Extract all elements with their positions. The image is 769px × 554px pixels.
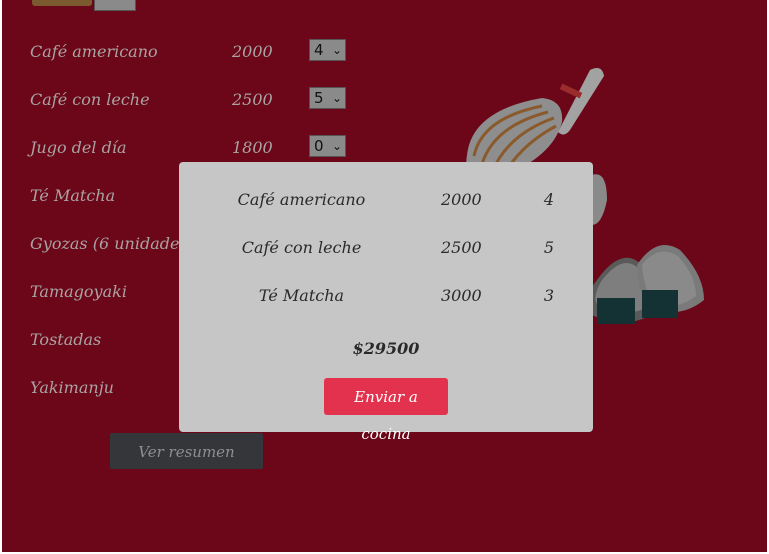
- chevron-down-icon: ⌄: [331, 43, 342, 57]
- menu-item-price: 1800: [232, 138, 273, 157]
- order-summary-modal: Café americano 2000 4 Café con leche 250…: [179, 162, 593, 443]
- menu-item-name: Gyozas (6 unidades): [30, 234, 194, 253]
- cut-off-item: [32, 0, 92, 6]
- summary-item-name: Café con leche: [241, 238, 362, 257]
- summary-row: Café con leche 2500 5: [179, 234, 593, 264]
- quantity-value: 5: [314, 89, 324, 107]
- app-background: Café americano 2000 4 ⌄ Café con leche 2…: [2, 0, 767, 552]
- quantity-value: 0: [314, 137, 324, 155]
- summary-row: Té Matcha 3000 3: [179, 282, 593, 312]
- menu-item-row: Café americano 2000 4 ⌄: [2, 38, 362, 68]
- menu-item-price: 2000: [232, 42, 273, 61]
- quantity-value: 4: [314, 41, 324, 59]
- menu-item-name: Tamagoyaki: [30, 282, 127, 301]
- summary-item-qty: 5: [543, 238, 555, 257]
- menu-item-name: Yakimanju: [30, 378, 114, 397]
- send-to-kitchen-button[interactable]: Enviar a cocina: [324, 378, 448, 443]
- cut-off-quantity-select[interactable]: [94, 0, 136, 11]
- menu-item-name: Té Matcha: [30, 186, 116, 205]
- quantity-select[interactable]: 5 ⌄: [309, 87, 346, 109]
- menu-item-row: Café con leche 2500 5 ⌄: [2, 86, 362, 116]
- summary-item-qty: 3: [543, 286, 555, 305]
- menu-item-name: Tostadas: [30, 330, 102, 349]
- chevron-down-icon: ⌄: [331, 139, 342, 153]
- summary-item-price: 2500: [441, 238, 482, 257]
- onigiri-icon: [585, 174, 704, 324]
- menu-item-name: Café con leche: [30, 90, 150, 109]
- summary-item-price: 3000: [441, 286, 482, 305]
- menu-item-name: Café americano: [30, 42, 158, 61]
- summary-item-name: Café americano: [237, 190, 366, 209]
- summary-total: $29500: [352, 339, 420, 358]
- quantity-select[interactable]: 0 ⌄: [309, 135, 346, 157]
- summary-item-qty: 4: [543, 190, 555, 209]
- summary-item-price: 2000: [441, 190, 482, 209]
- menu-item-name: Jugo del día: [30, 138, 127, 157]
- summary-row: Café americano 2000 4: [179, 186, 593, 216]
- chevron-down-icon: ⌄: [331, 91, 342, 105]
- menu-item-price: 2500: [232, 90, 273, 109]
- view-summary-button[interactable]: Ver resumen: [110, 433, 263, 469]
- summary-item-name: Té Matcha: [258, 286, 345, 305]
- menu-item-row: Jugo del día 1800 0 ⌄: [2, 134, 362, 164]
- quantity-select[interactable]: 4 ⌄: [309, 39, 346, 61]
